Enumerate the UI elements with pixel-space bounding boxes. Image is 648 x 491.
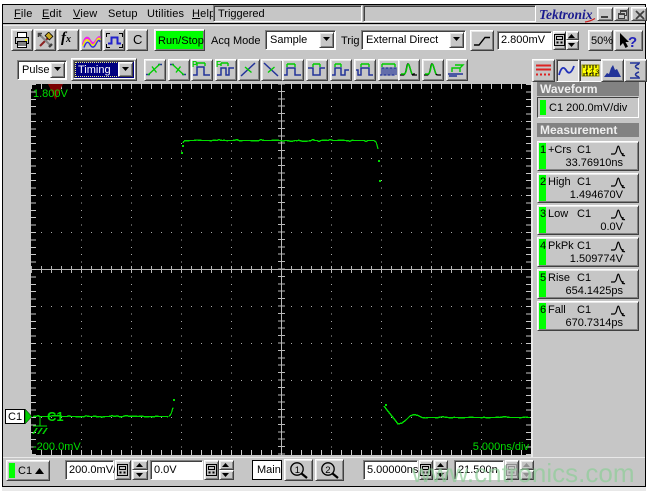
svg-text:C1: C1 xyxy=(47,409,64,424)
svg-text:-200.0mV: -200.0mV xyxy=(33,441,81,453)
svg-text:1.800V: 1.800V xyxy=(33,88,69,100)
svg-text:1: 1 xyxy=(295,465,300,476)
svg-text:?: ? xyxy=(628,34,637,50)
svg-text:2: 2 xyxy=(325,465,330,476)
svg-text:5.000ns/div: 5.000ns/div xyxy=(473,441,530,453)
svg-text:1 2 3: 1 2 3 xyxy=(585,69,600,76)
